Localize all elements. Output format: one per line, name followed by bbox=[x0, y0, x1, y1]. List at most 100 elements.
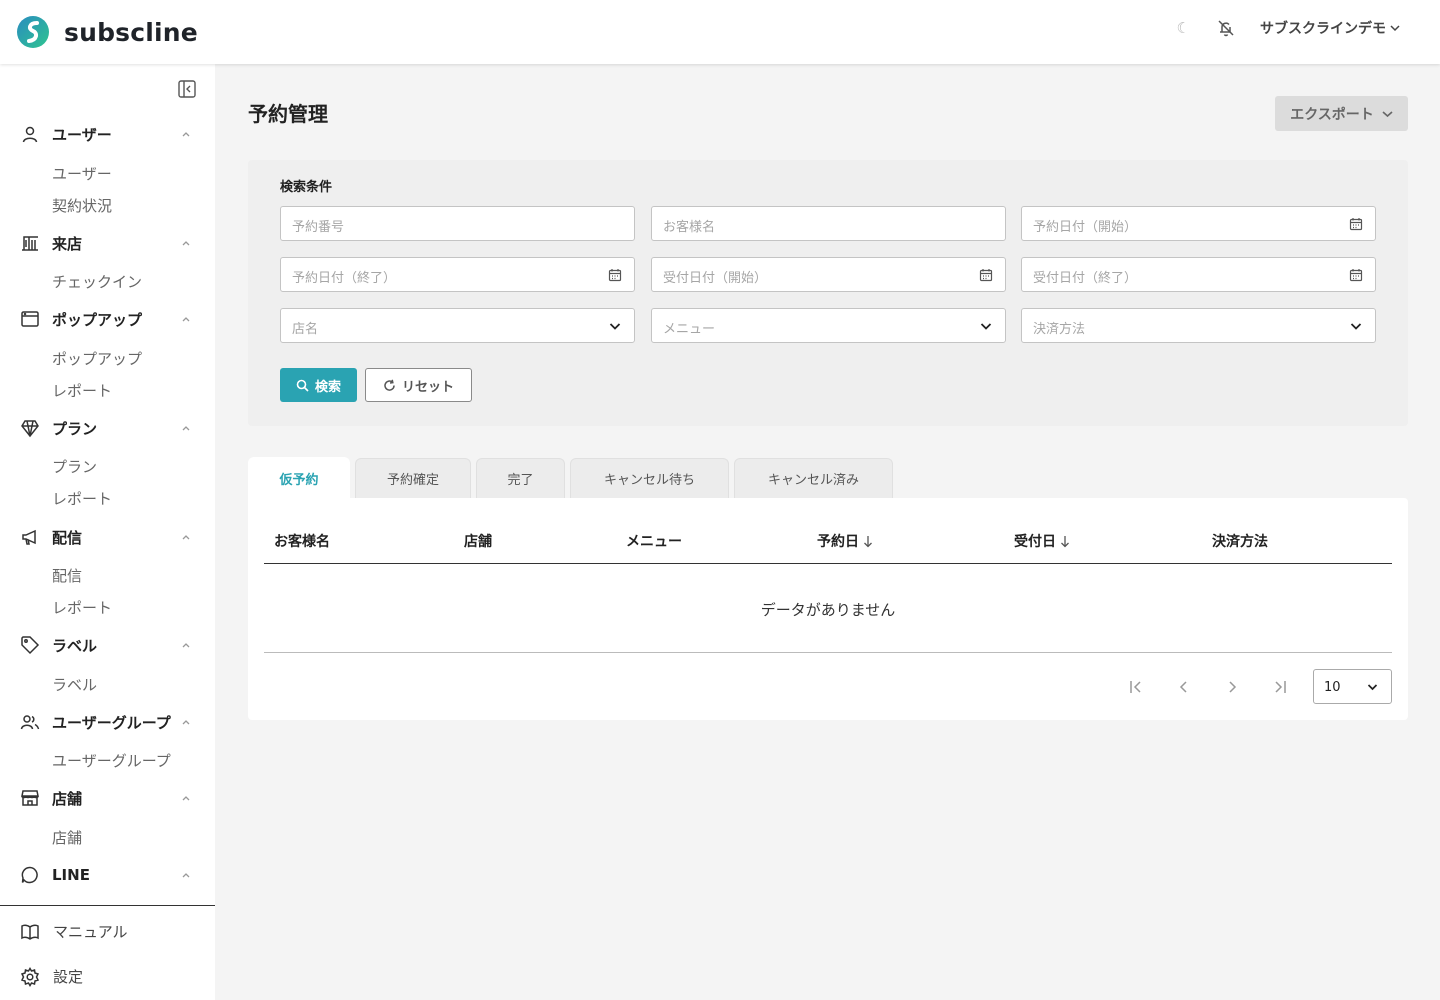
column-header-store[interactable]: 店舗 bbox=[464, 531, 492, 551]
megaphone-icon bbox=[22, 529, 36, 545]
search-button[interactable]: 検索 bbox=[280, 368, 357, 402]
tab-completed[interactable]: 完了 bbox=[476, 458, 565, 498]
column-header-payment-method[interactable]: 決済方法 bbox=[1212, 531, 1268, 551]
placeholder: 予約番号 bbox=[292, 220, 345, 235]
sidebar-item-users[interactable]: ユーザー bbox=[52, 163, 112, 184]
sidebar-item-manual[interactable]: マニュアル bbox=[20, 921, 128, 942]
received-date-end-input[interactable]: 受付日付（終了） bbox=[1021, 257, 1376, 292]
chevron-down-icon bbox=[1350, 323, 1362, 330]
reservation-number-input[interactable]: 予約番号 bbox=[280, 206, 635, 241]
store-icon bbox=[21, 790, 39, 806]
sidebar-item-popup[interactable]: ポップアップ bbox=[52, 348, 142, 369]
sidebar-item-label[interactable]: ラベル bbox=[52, 674, 97, 695]
first-page-icon[interactable] bbox=[1128, 679, 1144, 695]
sidebar-item-stores[interactable]: 店舗 bbox=[52, 827, 82, 848]
sidebar-item-contract-status[interactable]: 契約状況 bbox=[52, 195, 112, 216]
store-select[interactable]: 店名 bbox=[280, 308, 635, 343]
sidebar-group-label: プラン bbox=[52, 419, 98, 438]
app-header: subscline ☾ サブスクラインデモ bbox=[0, 0, 1440, 64]
chevron-up-icon bbox=[182, 796, 190, 801]
reset-button[interactable]: リセット bbox=[365, 368, 472, 402]
sidebar-item-label: 設定 bbox=[53, 968, 84, 986]
sidebar-group-label-mgmt[interactable]: ラベル bbox=[20, 634, 195, 656]
tab-cancelled[interactable]: キャンセル済み bbox=[734, 458, 893, 498]
chevron-up-icon bbox=[182, 132, 190, 137]
user-menu[interactable]: サブスクラインデモ bbox=[1260, 18, 1400, 38]
export-button[interactable]: エクスポート bbox=[1275, 96, 1408, 131]
column-header-customer[interactable]: お客様名 bbox=[274, 531, 330, 551]
calendar-icon[interactable] bbox=[1349, 217, 1363, 231]
sort-down-arrow-icon[interactable] bbox=[1060, 535, 1070, 548]
next-page-icon[interactable] bbox=[1224, 679, 1240, 695]
column-label: 決済方法 bbox=[1212, 534, 1268, 550]
tab-provisional[interactable]: 仮予約 bbox=[248, 457, 350, 499]
reservation-date-end-input[interactable]: 予約日付（終了） bbox=[280, 257, 635, 292]
search-panel: 検索条件 予約番号 お客様名 予約日付（開始） 予約日付（終了） 受付日付（開始… bbox=[248, 160, 1408, 426]
sidebar-group-line[interactable]: LINE bbox=[20, 864, 195, 886]
sidebar-group-stores[interactable]: 店舗 bbox=[20, 787, 195, 809]
sidebar-item-user-groups[interactable]: ユーザーグループ bbox=[52, 750, 171, 771]
reservation-date-start-input[interactable]: 予約日付（開始） bbox=[1021, 206, 1376, 241]
chevron-down-icon bbox=[609, 323, 621, 330]
received-date-start-input[interactable]: 受付日付（開始） bbox=[651, 257, 1006, 292]
sidebar-collapse-icon[interactable] bbox=[177, 79, 197, 99]
last-page-icon[interactable] bbox=[1272, 679, 1288, 695]
previous-page-icon[interactable] bbox=[1176, 679, 1192, 695]
chevron-up-icon bbox=[182, 426, 190, 431]
placeholder: 予約日付（終了） bbox=[292, 271, 397, 286]
column-label: メニュー bbox=[626, 534, 682, 550]
sidebar-group-broadcast[interactable]: 配信 bbox=[20, 526, 195, 548]
sidebar-item-broadcast[interactable]: 配信 bbox=[52, 565, 82, 586]
sidebar-item-popup-report[interactable]: レポート bbox=[52, 380, 112, 401]
sidebar-item-checkin[interactable]: チェックイン bbox=[52, 271, 142, 292]
export-label: エクスポート bbox=[1290, 106, 1374, 123]
sidebar-group-user-groups[interactable]: ユーザーグループ bbox=[20, 711, 195, 733]
subscline-logo-icon bbox=[17, 16, 49, 48]
calendar-icon[interactable] bbox=[608, 268, 622, 282]
chevron-up-icon bbox=[182, 241, 190, 246]
table-footer-divider bbox=[264, 652, 1392, 653]
column-label: 店舗 bbox=[464, 534, 492, 550]
rows-per-page-select[interactable]: 10 bbox=[1313, 669, 1392, 704]
page-title: 予約管理 bbox=[248, 102, 328, 126]
brand-logo[interactable]: subscline bbox=[16, 15, 198, 49]
tab-waitlist[interactable]: キャンセル待ち bbox=[570, 458, 729, 498]
sidebar-item-plan-report[interactable]: レポート bbox=[52, 488, 112, 509]
sidebar-group-label: ユーザー bbox=[52, 125, 112, 144]
chevron-down-icon bbox=[1390, 25, 1400, 32]
sidebar-group-visit[interactable]: 来店 bbox=[20, 232, 195, 254]
column-header-menu[interactable]: メニュー bbox=[626, 531, 682, 551]
sidebar-group-users[interactable]: ユーザー bbox=[20, 123, 195, 145]
payment-method-select[interactable]: 決済方法 bbox=[1021, 308, 1376, 343]
sidebar-group-popup[interactable]: ポップアップ bbox=[20, 308, 195, 330]
placeholder: メニュー bbox=[663, 322, 716, 337]
users-icon bbox=[20, 715, 40, 730]
moon-icon[interactable]: ☾ bbox=[1177, 19, 1190, 37]
calendar-icon[interactable] bbox=[979, 268, 993, 282]
reset-button-label: リセット bbox=[401, 379, 454, 395]
sidebar-group-label: LINE bbox=[52, 866, 90, 884]
sidebar-group-plan[interactable]: プラン bbox=[20, 417, 195, 439]
column-label: 受付日 bbox=[1014, 534, 1056, 550]
placeholder: 店名 bbox=[292, 322, 319, 337]
sidebar-group-label: 来店 bbox=[52, 234, 83, 253]
sidebar-item-settings[interactable]: 設定 bbox=[20, 966, 83, 987]
bell-off-icon[interactable] bbox=[1216, 18, 1236, 38]
calendar-icon[interactable] bbox=[1349, 268, 1363, 282]
chevron-down-icon bbox=[1367, 684, 1378, 691]
column-label: 予約日 bbox=[817, 534, 859, 550]
sidebar-item-plan[interactable]: プラン bbox=[52, 456, 97, 477]
sort-down-arrow-icon[interactable] bbox=[863, 535, 873, 548]
column-header-received-date[interactable]: 受付日 bbox=[1014, 531, 1070, 551]
customer-name-input[interactable]: お客様名 bbox=[651, 206, 1006, 241]
sidebar-item-label: マニュアル bbox=[53, 923, 128, 941]
chevron-down-icon bbox=[1382, 110, 1393, 117]
column-header-reservation-date[interactable]: 予約日 bbox=[817, 531, 873, 551]
menu-select[interactable]: メニュー bbox=[651, 308, 1006, 343]
sidebar-item-broadcast-report[interactable]: レポート bbox=[52, 597, 112, 618]
tab-confirmed[interactable]: 予約確定 bbox=[355, 458, 471, 498]
sidebar-group-label: 店舗 bbox=[52, 789, 83, 808]
chevron-up-icon bbox=[182, 873, 190, 878]
chevron-up-icon bbox=[182, 720, 190, 725]
empty-state-message: データがありません bbox=[760, 601, 896, 619]
